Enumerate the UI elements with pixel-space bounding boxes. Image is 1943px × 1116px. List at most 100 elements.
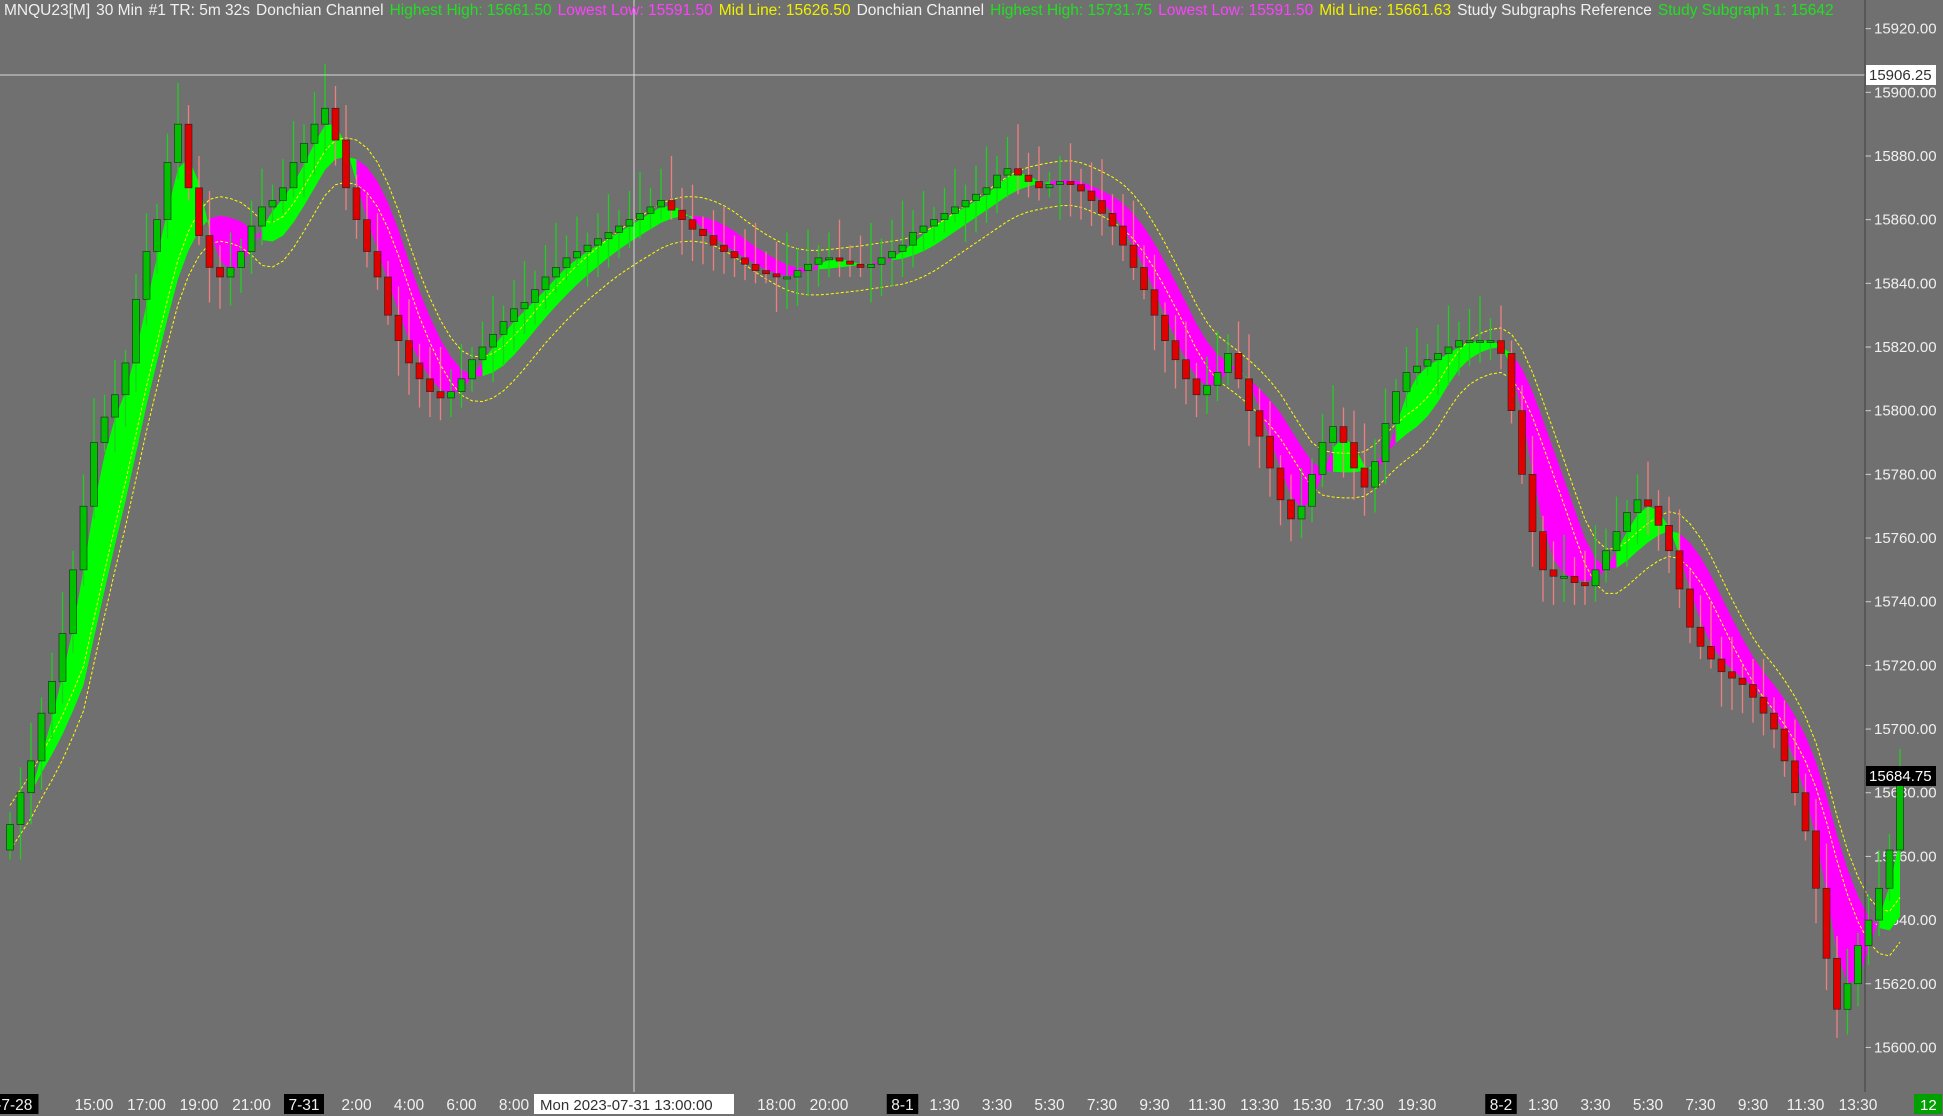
candle-body[interactable] [1539, 531, 1547, 571]
candle-body[interactable] [1665, 525, 1673, 552]
candle-body[interactable] [1308, 474, 1316, 507]
candle-body[interactable] [1843, 983, 1852, 1010]
candle-body[interactable] [1444, 346, 1453, 354]
candle-body[interactable] [352, 187, 361, 220]
candle-body[interactable] [699, 228, 707, 236]
candle-body[interactable] [709, 235, 718, 246]
candle-body[interactable] [982, 187, 991, 195]
candle-body[interactable] [1885, 849, 1894, 889]
candle-body[interactable] [1129, 244, 1138, 268]
candle-body[interactable] [342, 139, 350, 189]
candle-body[interactable] [1749, 684, 1757, 698]
candle-body[interactable] [205, 235, 214, 268]
candle-body[interactable] [1014, 168, 1022, 176]
candle-body[interactable] [1560, 575, 1568, 579]
candle-body[interactable] [751, 263, 760, 271]
candle-body[interactable] [1801, 792, 1810, 832]
candle-body[interactable] [898, 244, 907, 252]
candle-body[interactable] [625, 219, 634, 227]
candle-body[interactable] [1896, 777, 1904, 851]
candle-body[interactable] [1623, 512, 1631, 532]
candle-body[interactable] [1581, 582, 1589, 587]
candle-body[interactable] [552, 267, 560, 278]
candle-body[interactable] [237, 251, 245, 268]
candle-body[interactable] [1875, 887, 1883, 921]
candle-body[interactable] [1329, 426, 1337, 443]
candle-body[interactable] [1087, 190, 1096, 201]
candle-body[interactable] [909, 232, 917, 246]
candle-body[interactable] [1224, 353, 1232, 373]
candle-body[interactable] [919, 225, 928, 233]
candle-body[interactable] [1318, 442, 1327, 475]
candle-body[interactable] [1077, 184, 1085, 192]
candle-body[interactable] [1003, 168, 1012, 176]
candle-body[interactable] [1759, 696, 1768, 714]
candle-body[interactable] [426, 378, 434, 392]
candle-body[interactable] [604, 232, 613, 240]
candle-body[interactable] [48, 681, 56, 714]
candle-body[interactable] [16, 792, 25, 825]
candle-body[interactable] [1371, 461, 1379, 488]
candle-body[interactable] [520, 302, 529, 310]
candle-body[interactable] [1339, 426, 1348, 443]
candle-body[interactable] [1770, 712, 1778, 730]
study2-name[interactable]: Donchian Channel [857, 2, 985, 19]
candle-body[interactable] [1822, 887, 1831, 959]
candle-body[interactable] [132, 298, 140, 364]
candle-body[interactable] [300, 142, 308, 163]
candle-body[interactable] [1045, 184, 1054, 189]
candle-body[interactable] [1360, 467, 1369, 488]
candle-body[interactable] [1297, 505, 1306, 520]
candle-body[interactable] [667, 200, 676, 211]
candle-body[interactable] [258, 206, 266, 227]
candle-body[interactable] [1728, 671, 1736, 679]
candle-body[interactable] [1486, 340, 1495, 343]
candle-body[interactable] [1098, 200, 1106, 214]
candle-body[interactable] [1161, 314, 1169, 341]
candle-body[interactable] [216, 267, 224, 278]
candle-body[interactable] [793, 270, 802, 278]
candle-body[interactable] [856, 263, 865, 268]
candle-body[interactable] [1192, 378, 1201, 396]
candle-body[interactable] [678, 209, 686, 220]
candle-body[interactable] [195, 187, 203, 236]
candle-body[interactable] [447, 391, 455, 399]
candle-body[interactable] [1266, 435, 1274, 469]
candle-body[interactable] [1833, 957, 1841, 1010]
candle-body[interactable] [1738, 677, 1747, 685]
candle-body[interactable] [1717, 658, 1726, 673]
candle-body[interactable] [321, 107, 329, 125]
candle-body[interactable] [1434, 353, 1442, 361]
candle-body[interactable] [930, 219, 938, 227]
candle-body[interactable] [468, 359, 476, 380]
candle-body[interactable] [142, 251, 151, 300]
candle-body[interactable] [478, 346, 487, 361]
candle-body[interactable] [1287, 499, 1295, 520]
candle-body[interactable] [1413, 365, 1421, 373]
candle-body[interactable] [993, 174, 1001, 189]
candle-body[interactable] [825, 257, 833, 261]
candle-body[interactable] [1255, 410, 1264, 437]
candle-body[interactable] [1644, 499, 1652, 507]
candle-body[interactable] [1465, 340, 1474, 343]
candle-body[interactable] [835, 257, 844, 262]
candle-body[interactable] [489, 333, 497, 348]
candle-body[interactable] [111, 394, 119, 418]
candle-body[interactable] [1213, 372, 1222, 386]
candle-body[interactable] [1024, 174, 1033, 182]
candle-body[interactable] [867, 263, 875, 268]
candle-body[interactable] [37, 712, 46, 762]
candle-body[interactable] [1476, 340, 1484, 343]
candle-body[interactable] [657, 200, 665, 208]
candle-body[interactable] [972, 193, 980, 201]
candle-body[interactable] [1549, 569, 1558, 577]
candle-body[interactable] [1234, 353, 1243, 380]
candle-body[interactable] [646, 206, 655, 214]
candle-body[interactable] [384, 276, 392, 316]
candle-body[interactable] [583, 244, 592, 252]
candle-body[interactable] [1812, 830, 1820, 889]
candle-body[interactable] [184, 123, 193, 189]
candle-body[interactable] [1150, 289, 1159, 316]
candle-body[interactable] [762, 270, 770, 275]
candle-body[interactable] [615, 225, 623, 233]
